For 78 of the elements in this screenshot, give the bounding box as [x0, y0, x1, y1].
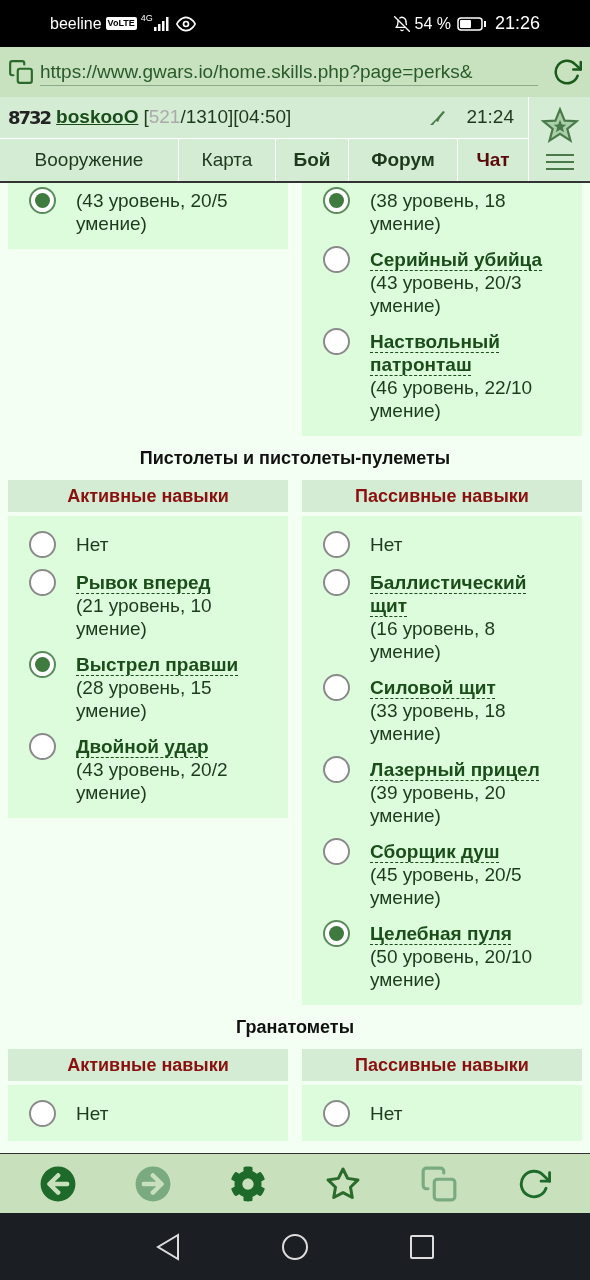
star-icon[interactable] [324, 1165, 361, 1202]
radio-button[interactable] [323, 1100, 350, 1127]
skill-link[interactable]: Серийный убийца [370, 248, 562, 271]
hp-open: [ [143, 105, 149, 130]
skill-requirement: (33 уровень, 18 умение) [370, 699, 507, 745]
nav-link[interactable]: Вооружение [0, 139, 178, 181]
radio-button[interactable] [323, 756, 350, 783]
skill-requirement: (28 уровень, 15 умение) [76, 676, 213, 722]
skill-requirement: (16 уровень, 8 умение) [370, 617, 497, 663]
skill-requirement: (50 уровень, 20/10 умение) [370, 945, 534, 991]
skill-link[interactable]: Силовой щит [370, 676, 562, 699]
nav-link[interactable]: Форум [349, 139, 457, 181]
radio-button[interactable] [323, 531, 350, 558]
skill-link[interactable]: Лазерный прицел [370, 758, 562, 781]
radio-button[interactable] [29, 187, 56, 214]
skill-requirement: (21 уровень, 10 умение) [76, 594, 213, 640]
hp-total: /1310][04:50] [180, 105, 292, 130]
skill-link[interactable]: Выстрел правши [76, 653, 276, 676]
clock: 21:26 [494, 12, 540, 35]
skill-requirement: (43 уровень, 20/5 умение) [76, 189, 229, 235]
skill-link[interactable]: Двойной удар [76, 735, 276, 758]
radio-button[interactable] [323, 569, 350, 596]
radio-button[interactable] [323, 246, 350, 273]
skill-requirement: (46 уровень, 22/10 умение) [370, 376, 534, 422]
skill-link[interactable]: Целебная пуля [370, 922, 562, 945]
radio-button[interactable] [323, 674, 350, 701]
radio-button[interactable] [323, 328, 350, 355]
url-field[interactable]: https://www.gwars.io/home.skills.php?page=perks& [40, 58, 538, 86]
skill-requirement: (39 уровень, 20 умение) [370, 781, 507, 827]
radio-button[interactable] [29, 1100, 56, 1127]
recents-nav-icon[interactable] [409, 1233, 435, 1260]
column-header: Активные навыки [8, 480, 288, 512]
settings-icon[interactable] [229, 1165, 266, 1202]
network-type: 4G [140, 12, 153, 25]
carrier-name: beeline [50, 13, 102, 34]
nav-link[interactable]: Чат [458, 139, 528, 181]
section-title: Гранатометы [235, 1015, 355, 1039]
back-nav-icon[interactable] [155, 1232, 181, 1261]
option-label: Нет [370, 533, 404, 556]
radio-button[interactable] [29, 733, 56, 760]
column-header: Активные навыки [8, 1049, 288, 1081]
radio-button[interactable] [323, 920, 350, 947]
skill-requirement: (43 уровень, 20/2 умение) [76, 758, 229, 804]
battery-icon [456, 16, 487, 31]
skill-requirement: (45 уровень, 20/5 умение) [370, 863, 523, 909]
section-title: Пистолеты и пистолеты-пулеметы [138, 446, 452, 470]
skill-link[interactable]: Рывок вперед [76, 571, 276, 594]
column-header: Пассивные навыки [302, 1049, 582, 1081]
battery-percent: 54 % [414, 13, 451, 34]
star-icon[interactable] [540, 107, 579, 145]
option-label: Нет [76, 533, 110, 556]
radio-button[interactable] [323, 838, 350, 865]
skill-link[interactable]: Баллистический щит [370, 571, 562, 617]
tabs-icon[interactable] [8, 59, 34, 85]
nav-link[interactable]: Карта [179, 139, 275, 181]
radio-button[interactable] [29, 531, 56, 558]
option-label: Нет [370, 1102, 404, 1125]
signal-icon [153, 16, 170, 31]
column-header: Пассивные навыки [302, 480, 582, 512]
player-link[interactable]: boskooO [56, 103, 139, 132]
nav-link[interactable]: Бой [276, 139, 348, 181]
home-nav-icon[interactable] [281, 1232, 309, 1261]
skill-link[interactable]: Наствольный патронташ [370, 330, 562, 376]
hp-current: 521 [148, 105, 181, 130]
player-code: 8732 [8, 106, 51, 130]
server-time: 21:24 [466, 105, 514, 130]
skill-requirement: (38 уровень, 18 умение) [370, 189, 507, 235]
skill-requirement: (43 уровень, 20/3 умение) [370, 271, 523, 317]
radio-button[interactable] [29, 569, 56, 596]
radio-button[interactable] [323, 187, 350, 214]
radio-button[interactable] [29, 651, 56, 678]
menu-icon[interactable] [545, 153, 574, 171]
back-icon[interactable] [39, 1165, 76, 1202]
volte-badge: VoLTE [105, 16, 137, 31]
option-label: Нет [76, 1102, 110, 1125]
reload-icon[interactable] [552, 57, 582, 87]
muted-bell-icon [394, 15, 411, 32]
skill-link[interactable]: Сборщик душ [370, 840, 562, 863]
